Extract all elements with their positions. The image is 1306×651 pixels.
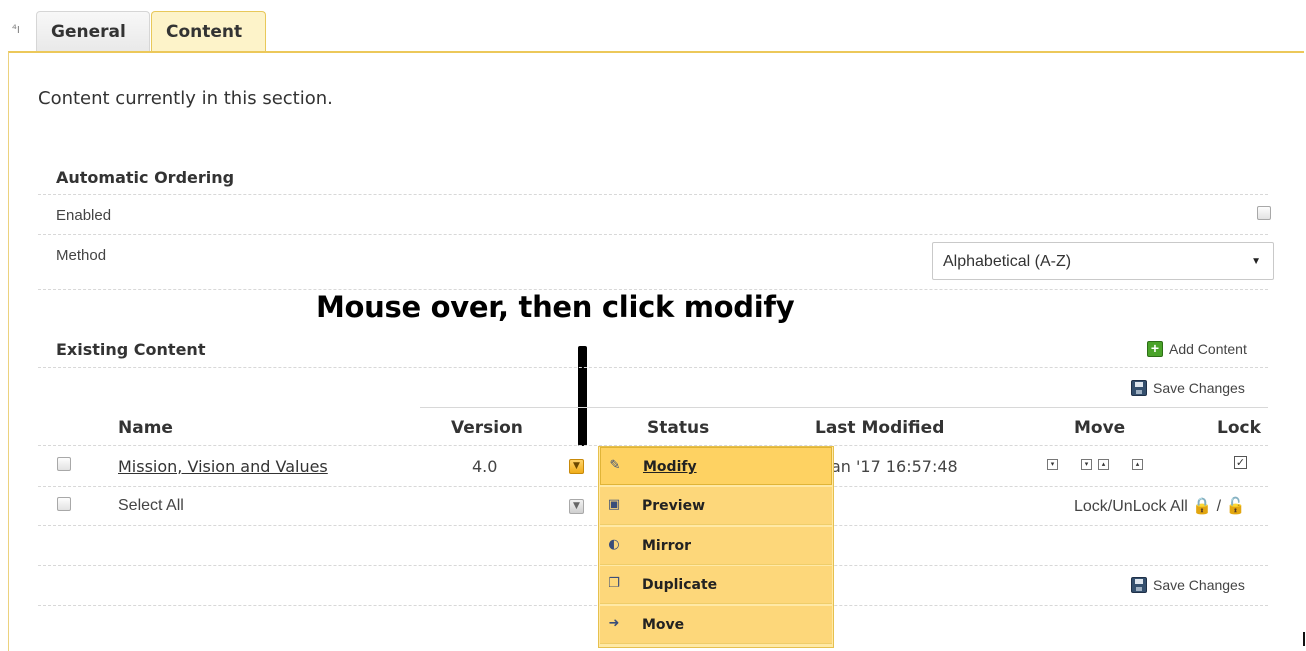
lock-separator: / [1216,498,1222,515]
menu-item-label: Move [642,617,685,633]
method-select[interactable]: Alphabetical (A-Z) ▼ [932,242,1274,280]
text-cursor [1303,632,1305,646]
add-content-label: Add Content [1169,341,1247,357]
menu-item-label: Modify [643,459,697,475]
select-all-checkbox[interactable] [57,497,71,511]
move-top-icon[interactable]: ▴ [1132,459,1143,470]
save-disk-icon [1131,577,1147,593]
tab-general[interactable]: General [36,11,150,51]
row-actions-dropdown-icon[interactable]: ▼ [569,459,584,474]
lock-unlock-all-label: Lock/UnLock All [1074,498,1188,515]
column-header-last-modified: Last Modified [815,418,945,438]
save-changes-label: Save Changes [1153,380,1245,396]
table-header-divider [420,407,1268,408]
column-header-name: Name [118,418,173,438]
column-header-move: Move [1074,418,1126,438]
menu-item-label: Mirror [642,538,692,554]
existing-content-heading: Existing Content [56,340,206,359]
row-select-checkbox[interactable] [57,457,71,471]
move-icon: ➜ [608,616,620,631]
duplicate-icon: ❐ [608,576,620,591]
modify-icon: ✎ [609,458,621,473]
menu-item-label: Preview [642,498,706,514]
enabled-checkbox[interactable] [1257,206,1271,220]
lock-unlock-all[interactable]: Lock/UnLock All 🔒 / 🔓 [1074,496,1246,516]
save-disk-icon [1131,380,1147,396]
menu-item-mirror[interactable]: ◐ Mirror [600,527,832,565]
method-select-value: Alphabetical (A-Z) [943,253,1072,270]
section-intro: Content currently in this section. [38,88,333,109]
move-up-icon[interactable]: ▴ [1098,459,1109,470]
row-context-menu: ✎ Modify ▣ Preview ◐ Mirror ❐ Duplicate … [598,446,834,648]
add-icon: + [1147,341,1163,357]
menu-item-duplicate[interactable]: ❐ Duplicate [600,566,832,604]
tab-scroll-icon[interactable]: ⁴ı [12,22,20,36]
save-changes-button-bottom[interactable]: Save Changes [1131,577,1245,593]
menu-item-modify[interactable]: ✎ Modify [600,447,832,485]
column-header-version: Version [451,418,523,438]
menu-item-preview[interactable]: ▣ Preview [600,487,832,525]
content-name-link[interactable]: Mission, Vision and Values [118,457,328,476]
save-changes-label: Save Changes [1153,577,1245,593]
move-bottom-icon[interactable]: ▾ [1047,459,1058,470]
tab-bar: ⁴ı General Content [0,0,1306,53]
chevron-down-icon: ▼ [1251,256,1261,267]
automatic-ordering-heading: Automatic Ordering [56,168,235,187]
column-header-status: Status [647,418,710,438]
tab-content[interactable]: Content [151,11,266,53]
save-changes-button-top[interactable]: Save Changes [1131,380,1245,396]
select-all-label: Select All [118,497,184,514]
divider [38,367,1268,368]
bulk-actions-dropdown-icon[interactable]: ▼ [569,499,584,514]
divider [38,234,1268,235]
instruction-annotation: Mouse over, then click modify [316,290,795,324]
content-last-modified: an '17 16:57:48 [831,457,958,476]
enabled-label: Enabled [56,207,112,224]
method-label: Method [56,247,107,264]
menu-item-label: Duplicate [642,577,718,593]
move-down-icon[interactable]: ▾ [1081,459,1092,470]
menu-item-move[interactable]: ➜ Move [600,606,832,644]
column-header-lock: Lock [1217,418,1261,438]
mirror-icon: ◐ [608,537,620,552]
add-content-button[interactable]: + Add Content [1147,341,1247,357]
lock-checkbox-icon[interactable]: ✓ [1234,456,1247,469]
annotation-pointer-arrow [578,346,587,446]
content-version: 4.0 [472,457,498,476]
lock-open-icon[interactable]: 🔓 [1226,498,1246,515]
preview-icon: ▣ [607,497,621,512]
divider [38,194,1268,195]
lock-closed-icon[interactable]: 🔒 [1192,498,1212,515]
